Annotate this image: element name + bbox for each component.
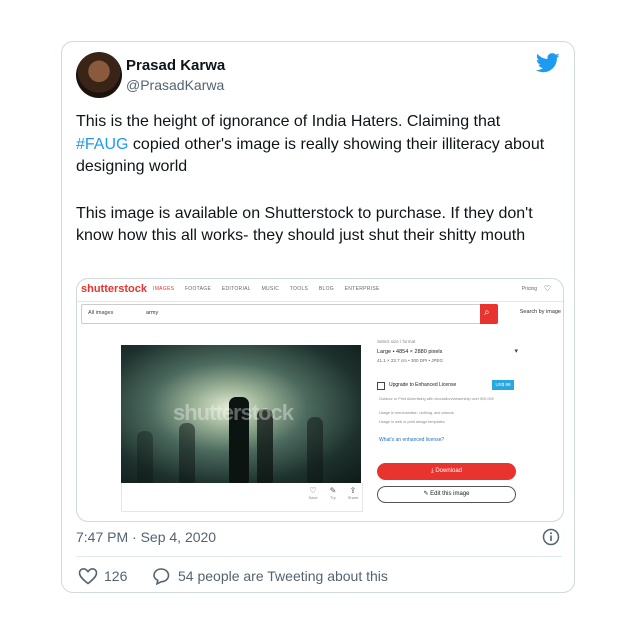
- ss-upgrade-label: Upgrade to Enhanced License: [389, 382, 457, 388]
- ss-download-button: ⤓ Download: [377, 463, 516, 480]
- tweet-media-image[interactable]: shutterstock IMAGES FOOTAGE EDITORIAL MU…: [76, 278, 564, 522]
- ss-dims: 41.1 × 23.7 cm • 300 DPI • JPEG: [377, 358, 444, 363]
- ss-upgrade-checkbox: [377, 382, 385, 390]
- ss-nav-item: IMAGES: [153, 286, 175, 292]
- ss-search-icon: ⌕: [484, 307, 490, 318]
- tweet-text-part: This is the height of ignorance of India…: [76, 113, 501, 130]
- heart-icon[interactable]: [78, 567, 98, 585]
- tweet-timestamp[interactable]: 7:47 PM · Sep 4, 2020: [76, 529, 216, 545]
- ss-license-panel: Select size / format Large • 4854 × 2880…: [367, 331, 522, 517]
- speech-bubble-icon[interactable]: [151, 567, 171, 585]
- divider: [76, 556, 562, 557]
- ss-action-label: Share: [347, 495, 359, 500]
- tweet-paragraph-1: This is the height of ignorance of India…: [76, 111, 556, 179]
- ss-header: shutterstock IMAGES FOOTAGE EDITORIAL MU…: [77, 279, 563, 302]
- ss-bullet: Outdoor or Print Advertising with circul…: [379, 397, 494, 401]
- ss-try-action: ✎ Try: [326, 486, 340, 500]
- ss-nav-item: TOOLS: [289, 286, 309, 292]
- ss-action-label: Try: [330, 495, 336, 500]
- like-count[interactable]: 126: [104, 568, 127, 584]
- author-handle[interactable]: @PrasadKarwa: [126, 77, 224, 93]
- tweet-card: Prasad Karwa @PrasadKarwa This is the he…: [61, 41, 575, 593]
- ss-chevron-down-icon: ▾: [514, 348, 518, 355]
- ss-logo: shutterstock: [81, 283, 148, 295]
- tweet-text-part: copied other's image is really showing t…: [76, 135, 545, 176]
- ss-enhanced-link: What's an enhanced license?: [379, 437, 445, 443]
- tweet-paragraph-2: This image is available on Shutterstock …: [76, 204, 533, 245]
- hashtag-link[interactable]: #FAUG: [76, 136, 128, 153]
- ss-nav-item: MUSIC: [261, 286, 280, 292]
- ss-soldiers-photo: shutterstock: [121, 345, 361, 483]
- ss-image-actions: ♡ Save ✎ Try ⇪ Share: [121, 483, 363, 512]
- ss-pricing: Pricing: [521, 286, 537, 292]
- info-icon[interactable]: [542, 528, 560, 546]
- ss-nav-item: FOOTAGE: [184, 286, 212, 292]
- ss-soldier-silhouette: [137, 431, 153, 483]
- ss-price-badge: US$ 99: [492, 380, 514, 390]
- ss-search-by-image: Search by image: [519, 309, 561, 315]
- ss-download-label: Download: [435, 468, 462, 474]
- ss-bullet: Usage in merchandise, clothing, and artw…: [379, 411, 454, 415]
- ss-nav-item: EDITORIAL: [221, 286, 251, 292]
- ss-watermark: shutterstock: [173, 400, 294, 425]
- ss-search-button: ⌕: [480, 304, 498, 324]
- ss-soldier-silhouette: [179, 423, 195, 483]
- ss-share-action: ⇪ Share: [347, 486, 359, 500]
- ss-size: Large • 4854 × 2880 pixels: [377, 349, 443, 355]
- ss-nav: IMAGES FOOTAGE EDITORIAL MUSIC TOOLS BLO…: [153, 286, 389, 292]
- ss-action-label: Save: [308, 495, 318, 500]
- ss-save-action: ♡ Save: [306, 486, 320, 500]
- ss-edit-button: ✎ Edit this image: [377, 486, 516, 503]
- ss-search-bar: All images army ⌕: [81, 304, 498, 324]
- author-name[interactable]: Prasad Karwa: [126, 57, 225, 74]
- ss-edit-label: Edit this image: [430, 491, 470, 497]
- ss-nav-item: BLOG: [318, 286, 334, 292]
- ss-heart-icon: ♡: [543, 284, 551, 293]
- ss-search-query: army: [146, 310, 159, 316]
- ss-soldier-silhouette: [307, 417, 323, 483]
- ss-bullet: Usage in web or print design templates: [379, 420, 445, 424]
- tweet-text: This is the height of ignorance of India…: [76, 111, 556, 248]
- ss-nav-item: ENTERPRISE: [344, 286, 380, 292]
- twitter-bird-icon[interactable]: [536, 53, 560, 73]
- tweeting-about-link[interactable]: 54 people are Tweeting about this: [178, 568, 388, 584]
- author-avatar[interactable]: [76, 52, 122, 98]
- ss-size-label: Select size / format: [377, 339, 416, 344]
- ss-all-images: All images: [88, 310, 114, 316]
